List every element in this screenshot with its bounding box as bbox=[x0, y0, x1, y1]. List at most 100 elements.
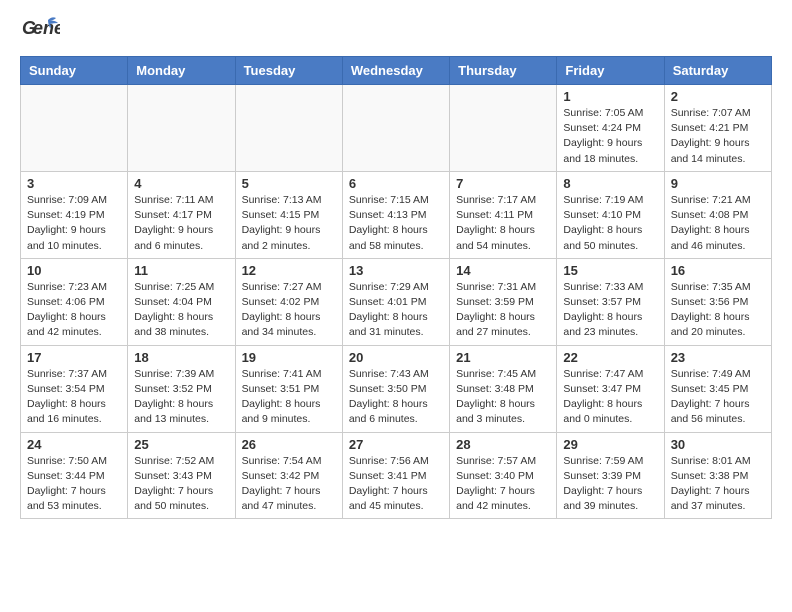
calendar-cell bbox=[128, 85, 235, 172]
day-info: Sunrise: 7:45 AM Sunset: 3:48 PM Dayligh… bbox=[456, 367, 550, 428]
calendar-cell: 26 Sunrise: 7:54 AM Sunset: 3:42 PM Dayli… bbox=[235, 432, 342, 519]
calendar-cell: 5 Sunrise: 7:13 AM Sunset: 4:15 PM Daylig… bbox=[235, 171, 342, 258]
calendar-cell: 24 Sunrise: 7:50 AM Sunset: 3:44 PM Dayli… bbox=[21, 432, 128, 519]
calendar-cell: 22Sunrise: 7:47 AM Sunset: 3:47 PM Dayli… bbox=[557, 345, 664, 432]
calendar-cell: 15 Sunrise: 7:33 AM Sunset: 3:57 PM Dayli… bbox=[557, 258, 664, 345]
day-number: 19 bbox=[242, 350, 336, 365]
calendar-cell: 12 Sunrise: 7:27 AM Sunset: 4:02 PM Dayli… bbox=[235, 258, 342, 345]
day-info: Sunrise: 7:29 AM Sunset: 4:01 PM Dayligh… bbox=[349, 280, 443, 341]
day-info: Sunrise: 7:49 AM Sunset: 3:45 PM Dayligh… bbox=[671, 367, 765, 428]
day-info: Sunrise: 7:33 AM Sunset: 3:57 PM Dayligh… bbox=[563, 280, 657, 341]
day-number: 28 bbox=[456, 437, 550, 452]
calendar-cell: 2 Sunrise: 7:07 AM Sunset: 4:21 PM Daylig… bbox=[664, 85, 771, 172]
day-number: 3 bbox=[27, 176, 121, 191]
logo: G eneral bbox=[20, 12, 64, 52]
calendar-cell: 17 Sunrise: 7:37 AM Sunset: 3:54 PM Dayli… bbox=[21, 345, 128, 432]
day-info: Sunrise: 7:56 AM Sunset: 3:41 PM Dayligh… bbox=[349, 454, 443, 515]
calendar-cell: 18 Sunrise: 7:39 AM Sunset: 3:52 PM Dayli… bbox=[128, 345, 235, 432]
calendar-cell bbox=[342, 85, 449, 172]
day-number: 5 bbox=[242, 176, 336, 191]
calendar-cell: 25 Sunrise: 7:52 AM Sunset: 3:43 PM Dayli… bbox=[128, 432, 235, 519]
calendar-cell: 8 Sunrise: 7:19 AM Sunset: 4:10 PM Daylig… bbox=[557, 171, 664, 258]
calendar-cell: 28 Sunrise: 7:57 AM Sunset: 3:40 PM Dayli… bbox=[450, 432, 557, 519]
calendar-cell: 7Sunrise: 7:17 AM Sunset: 4:11 PM Daylig… bbox=[450, 171, 557, 258]
day-number: 23 bbox=[671, 350, 765, 365]
calendar-cell: 4 Sunrise: 7:11 AM Sunset: 4:17 PM Daylig… bbox=[128, 171, 235, 258]
calendar-cell: 6Sunrise: 7:15 AM Sunset: 4:13 PM Daylig… bbox=[342, 171, 449, 258]
calendar-cell: 16 Sunrise: 7:35 AM Sunset: 3:56 PM Dayli… bbox=[664, 258, 771, 345]
header-thursday: Thursday bbox=[450, 57, 557, 85]
calendar-cell: 3 Sunrise: 7:09 AM Sunset: 4:19 PM Daylig… bbox=[21, 171, 128, 258]
calendar-cell: 11Sunrise: 7:25 AM Sunset: 4:04 PM Dayli… bbox=[128, 258, 235, 345]
day-info: Sunrise: 7:19 AM Sunset: 4:10 PM Dayligh… bbox=[563, 193, 657, 254]
calendar-cell bbox=[450, 85, 557, 172]
calendar-cell: 1Sunrise: 7:05 AM Sunset: 4:24 PM Daylig… bbox=[557, 85, 664, 172]
day-info: Sunrise: 7:43 AM Sunset: 3:50 PM Dayligh… bbox=[349, 367, 443, 428]
day-info: Sunrise: 7:52 AM Sunset: 3:43 PM Dayligh… bbox=[134, 454, 228, 515]
header-saturday: Saturday bbox=[664, 57, 771, 85]
calendar-cell: 21 Sunrise: 7:45 AM Sunset: 3:48 PM Dayli… bbox=[450, 345, 557, 432]
day-info: Sunrise: 7:25 AM Sunset: 4:04 PM Dayligh… bbox=[134, 280, 228, 341]
day-number: 16 bbox=[671, 263, 765, 278]
header-tuesday: Tuesday bbox=[235, 57, 342, 85]
day-info: Sunrise: 7:41 AM Sunset: 3:51 PM Dayligh… bbox=[242, 367, 336, 428]
weekday-header-row: Sunday Monday Tuesday Wednesday Thursday… bbox=[21, 57, 772, 85]
day-number: 21 bbox=[456, 350, 550, 365]
day-info: Sunrise: 7:47 AM Sunset: 3:47 PM Dayligh… bbox=[563, 367, 657, 428]
day-number: 25 bbox=[134, 437, 228, 452]
calendar-cell: 29 Sunrise: 7:59 AM Sunset: 3:39 PM Dayli… bbox=[557, 432, 664, 519]
day-number: 14 bbox=[456, 263, 550, 278]
day-number: 9 bbox=[671, 176, 765, 191]
day-info: Sunrise: 7:37 AM Sunset: 3:54 PM Dayligh… bbox=[27, 367, 121, 428]
day-info: Sunrise: 8:01 AM Sunset: 3:38 PM Dayligh… bbox=[671, 454, 765, 515]
header-wednesday: Wednesday bbox=[342, 57, 449, 85]
calendar-cell: 23 Sunrise: 7:49 AM Sunset: 3:45 PM Dayli… bbox=[664, 345, 771, 432]
calendar-table: Sunday Monday Tuesday Wednesday Thursday… bbox=[20, 56, 772, 519]
day-number: 12 bbox=[242, 263, 336, 278]
calendar-cell: 27 Sunrise: 7:56 AM Sunset: 3:41 PM Dayli… bbox=[342, 432, 449, 519]
calendar-cell: 9 Sunrise: 7:21 AM Sunset: 4:08 PM Daylig… bbox=[664, 171, 771, 258]
day-info: Sunrise: 7:17 AM Sunset: 4:11 PM Dayligh… bbox=[456, 193, 550, 254]
day-number: 26 bbox=[242, 437, 336, 452]
day-number: 17 bbox=[27, 350, 121, 365]
day-number: 18 bbox=[134, 350, 228, 365]
day-number: 20 bbox=[349, 350, 443, 365]
day-number: 2 bbox=[671, 89, 765, 104]
day-number: 6 bbox=[349, 176, 443, 191]
day-info: Sunrise: 7:35 AM Sunset: 3:56 PM Dayligh… bbox=[671, 280, 765, 341]
calendar-cell: 19 Sunrise: 7:41 AM Sunset: 3:51 PM Dayli… bbox=[235, 345, 342, 432]
calendar-cell: 20 Sunrise: 7:43 AM Sunset: 3:50 PM Dayli… bbox=[342, 345, 449, 432]
day-info: Sunrise: 7:39 AM Sunset: 3:52 PM Dayligh… bbox=[134, 367, 228, 428]
calendar-cell bbox=[21, 85, 128, 172]
svg-text:eneral: eneral bbox=[33, 18, 60, 38]
day-number: 15 bbox=[563, 263, 657, 278]
day-info: Sunrise: 7:09 AM Sunset: 4:19 PM Dayligh… bbox=[27, 193, 121, 254]
day-info: Sunrise: 7:23 AM Sunset: 4:06 PM Dayligh… bbox=[27, 280, 121, 341]
day-number: 30 bbox=[671, 437, 765, 452]
day-info: Sunrise: 7:50 AM Sunset: 3:44 PM Dayligh… bbox=[27, 454, 121, 515]
logo-icon: G eneral bbox=[20, 12, 60, 52]
day-info: Sunrise: 7:54 AM Sunset: 3:42 PM Dayligh… bbox=[242, 454, 336, 515]
day-number: 29 bbox=[563, 437, 657, 452]
day-info: Sunrise: 7:11 AM Sunset: 4:17 PM Dayligh… bbox=[134, 193, 228, 254]
day-number: 4 bbox=[134, 176, 228, 191]
calendar-cell bbox=[235, 85, 342, 172]
calendar-cell: 13 Sunrise: 7:29 AM Sunset: 4:01 PM Dayli… bbox=[342, 258, 449, 345]
day-number: 8 bbox=[563, 176, 657, 191]
header-friday: Friday bbox=[557, 57, 664, 85]
day-number: 13 bbox=[349, 263, 443, 278]
day-info: Sunrise: 7:31 AM Sunset: 3:59 PM Dayligh… bbox=[456, 280, 550, 341]
calendar-cell: 30 Sunrise: 8:01 AM Sunset: 3:38 PM Dayli… bbox=[664, 432, 771, 519]
calendar-cell: 10 Sunrise: 7:23 AM Sunset: 4:06 PM Dayli… bbox=[21, 258, 128, 345]
day-number: 24 bbox=[27, 437, 121, 452]
day-info: Sunrise: 7:57 AM Sunset: 3:40 PM Dayligh… bbox=[456, 454, 550, 515]
day-number: 27 bbox=[349, 437, 443, 452]
day-info: Sunrise: 7:27 AM Sunset: 4:02 PM Dayligh… bbox=[242, 280, 336, 341]
day-info: Sunrise: 7:21 AM Sunset: 4:08 PM Dayligh… bbox=[671, 193, 765, 254]
day-info: Sunrise: 7:07 AM Sunset: 4:21 PM Dayligh… bbox=[671, 106, 765, 167]
day-number: 10 bbox=[27, 263, 121, 278]
header-sunday: Sunday bbox=[21, 57, 128, 85]
day-number: 1 bbox=[563, 89, 657, 104]
day-info: Sunrise: 7:59 AM Sunset: 3:39 PM Dayligh… bbox=[563, 454, 657, 515]
day-info: Sunrise: 7:13 AM Sunset: 4:15 PM Dayligh… bbox=[242, 193, 336, 254]
